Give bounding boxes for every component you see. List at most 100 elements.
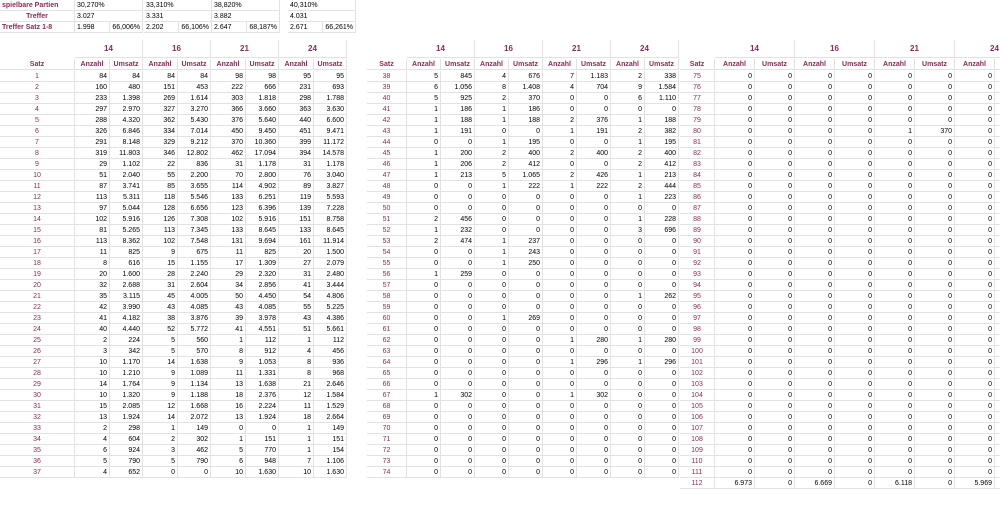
satz-number[interactable]: 44 [367,137,407,148]
anzahl-cell[interactable]: 0 [955,467,995,478]
umsatz-cell[interactable]: 9.212 [178,137,211,148]
umsatz-cell[interactable]: 0 [995,159,1000,170]
anzahl-cell[interactable]: 0 [875,236,915,247]
anzahl-cell[interactable]: 0 [875,159,915,170]
satz-number[interactable]: 29 [0,379,75,390]
anzahl-cell[interactable]: 0 [795,159,835,170]
anzahl-cell[interactable]: 0 [715,335,755,346]
anzahl-cell[interactable]: 133 [211,225,246,236]
anzahl-cell[interactable]: 0 [715,181,755,192]
umsatz-cell[interactable]: 1.309 [246,258,279,269]
umsatz-cell[interactable]: 0 [441,258,475,269]
umsatz-cell[interactable]: 1.210 [110,368,143,379]
umsatz-cell[interactable]: 224 [110,335,143,346]
anzahl-cell[interactable]: 0 [407,291,441,302]
umsatz-cell[interactable]: 456 [314,346,347,357]
umsatz-cell[interactable]: 3.655 [178,181,211,192]
umsatz-cell[interactable]: 0 [509,269,543,280]
anzahl-cell[interactable]: 0 [715,401,755,412]
anzahl-cell[interactable]: 0 [543,434,577,445]
satz18-count[interactable]: 2.647 [212,22,247,33]
anzahl-cell[interactable]: 0 [795,291,835,302]
umsatz-cell[interactable]: 0 [915,357,955,368]
umsatz-cell[interactable]: 0 [509,280,543,291]
satz-number[interactable]: 73 [367,456,407,467]
umsatz-cell[interactable]: 1.178 [314,159,347,170]
satz-number[interactable]: 46 [367,159,407,170]
umsatz-cell[interactable]: 0 [645,412,679,423]
umsatz-cell[interactable]: 0 [915,346,955,357]
umsatz-cell[interactable]: 453 [178,82,211,93]
header-umsatz[interactable]: Umsatz [995,59,1000,70]
umsatz-cell[interactable]: 0 [995,214,1000,225]
umsatz-cell[interactable]: 237 [509,236,543,247]
umsatz-cell[interactable]: 0 [755,456,795,467]
total-umsatz[interactable]: 0 [835,478,875,489]
anzahl-cell[interactable]: 0 [955,445,995,456]
umsatz-cell[interactable]: 0 [915,324,955,335]
umsatz-cell[interactable]: 0 [645,456,679,467]
anzahl-cell[interactable]: 0 [611,236,645,247]
umsatz-cell[interactable]: 444 [645,181,679,192]
anzahl-cell[interactable]: 0 [543,346,577,357]
anzahl-cell[interactable]: 4 [75,467,110,478]
umsatz-cell[interactable]: 0 [577,258,611,269]
umsatz-cell[interactable]: 462 [178,445,211,456]
umsatz-cell[interactable]: 0 [835,247,875,258]
satz-number[interactable]: 13 [0,203,75,214]
anzahl-cell[interactable]: 22 [143,159,178,170]
satz-number[interactable]: 10 [0,170,75,181]
spielbare-value[interactable]: 33,310% [144,0,212,11]
umsatz-cell[interactable]: 0 [441,247,475,258]
satz-number[interactable]: 38 [367,71,407,82]
umsatz-cell[interactable]: 0 [645,379,679,390]
anzahl-cell[interactable]: 0 [543,379,577,390]
umsatz-cell[interactable]: 676 [509,71,543,82]
anzahl-cell[interactable]: 0 [715,126,755,137]
umsatz-cell[interactable]: 0 [755,269,795,280]
anzahl-cell[interactable]: 1 [475,181,509,192]
umsatz-cell[interactable]: 302 [441,390,475,401]
umsatz-cell[interactable]: 0 [915,115,955,126]
umsatz-cell[interactable]: 0 [645,368,679,379]
satz-number[interactable]: 34 [0,434,75,445]
anzahl-cell[interactable]: 34 [211,280,246,291]
anzahl-cell[interactable]: 0 [475,456,509,467]
umsatz-cell[interactable]: 0 [835,203,875,214]
umsatz-cell[interactable]: 5.265 [110,225,143,236]
umsatz-cell[interactable]: 770 [246,445,279,456]
anzahl-cell[interactable]: 319 [75,148,110,159]
umsatz-cell[interactable]: 0 [441,434,475,445]
anzahl-cell[interactable]: 8 [75,258,110,269]
anzahl-cell[interactable]: 126 [143,214,178,225]
umsatz-cell[interactable]: 1.398 [110,93,143,104]
anzahl-cell[interactable]: 0 [955,137,995,148]
anzahl-cell[interactable]: 0 [875,412,915,423]
satz-number[interactable]: 36 [0,456,75,467]
anzahl-cell[interactable]: 366 [211,104,246,115]
anzahl-cell[interactable]: 39 [211,313,246,324]
anzahl-cell[interactable]: 346 [143,148,178,159]
anzahl-cell[interactable]: 1 [475,104,509,115]
anzahl-cell[interactable]: 41 [75,313,110,324]
anzahl-cell[interactable]: 102 [211,214,246,225]
anzahl-cell[interactable]: 14 [143,412,178,423]
anzahl-cell[interactable]: 0 [795,324,835,335]
anzahl-cell[interactable]: 113 [75,192,110,203]
anzahl-cell[interactable]: 0 [611,434,645,445]
anzahl-cell[interactable]: 3 [75,346,110,357]
umsatz-cell[interactable]: 0 [995,467,1000,478]
satz-number[interactable]: 31 [0,401,75,412]
umsatz-cell[interactable]: 0 [509,401,543,412]
anzahl-cell[interactable]: 43 [279,313,314,324]
satz-number[interactable]: 1 [0,71,75,82]
anzahl-cell[interactable]: 0 [715,302,755,313]
umsatz-cell[interactable]: 0 [577,302,611,313]
anzahl-cell[interactable]: 31 [211,159,246,170]
anzahl-cell[interactable]: 0 [795,115,835,126]
umsatz-cell[interactable]: 400 [509,148,543,159]
anzahl-cell[interactable]: 9 [143,390,178,401]
anzahl-cell[interactable]: 0 [543,236,577,247]
anzahl-cell[interactable]: 113 [75,236,110,247]
anzahl-cell[interactable]: 1 [543,126,577,137]
